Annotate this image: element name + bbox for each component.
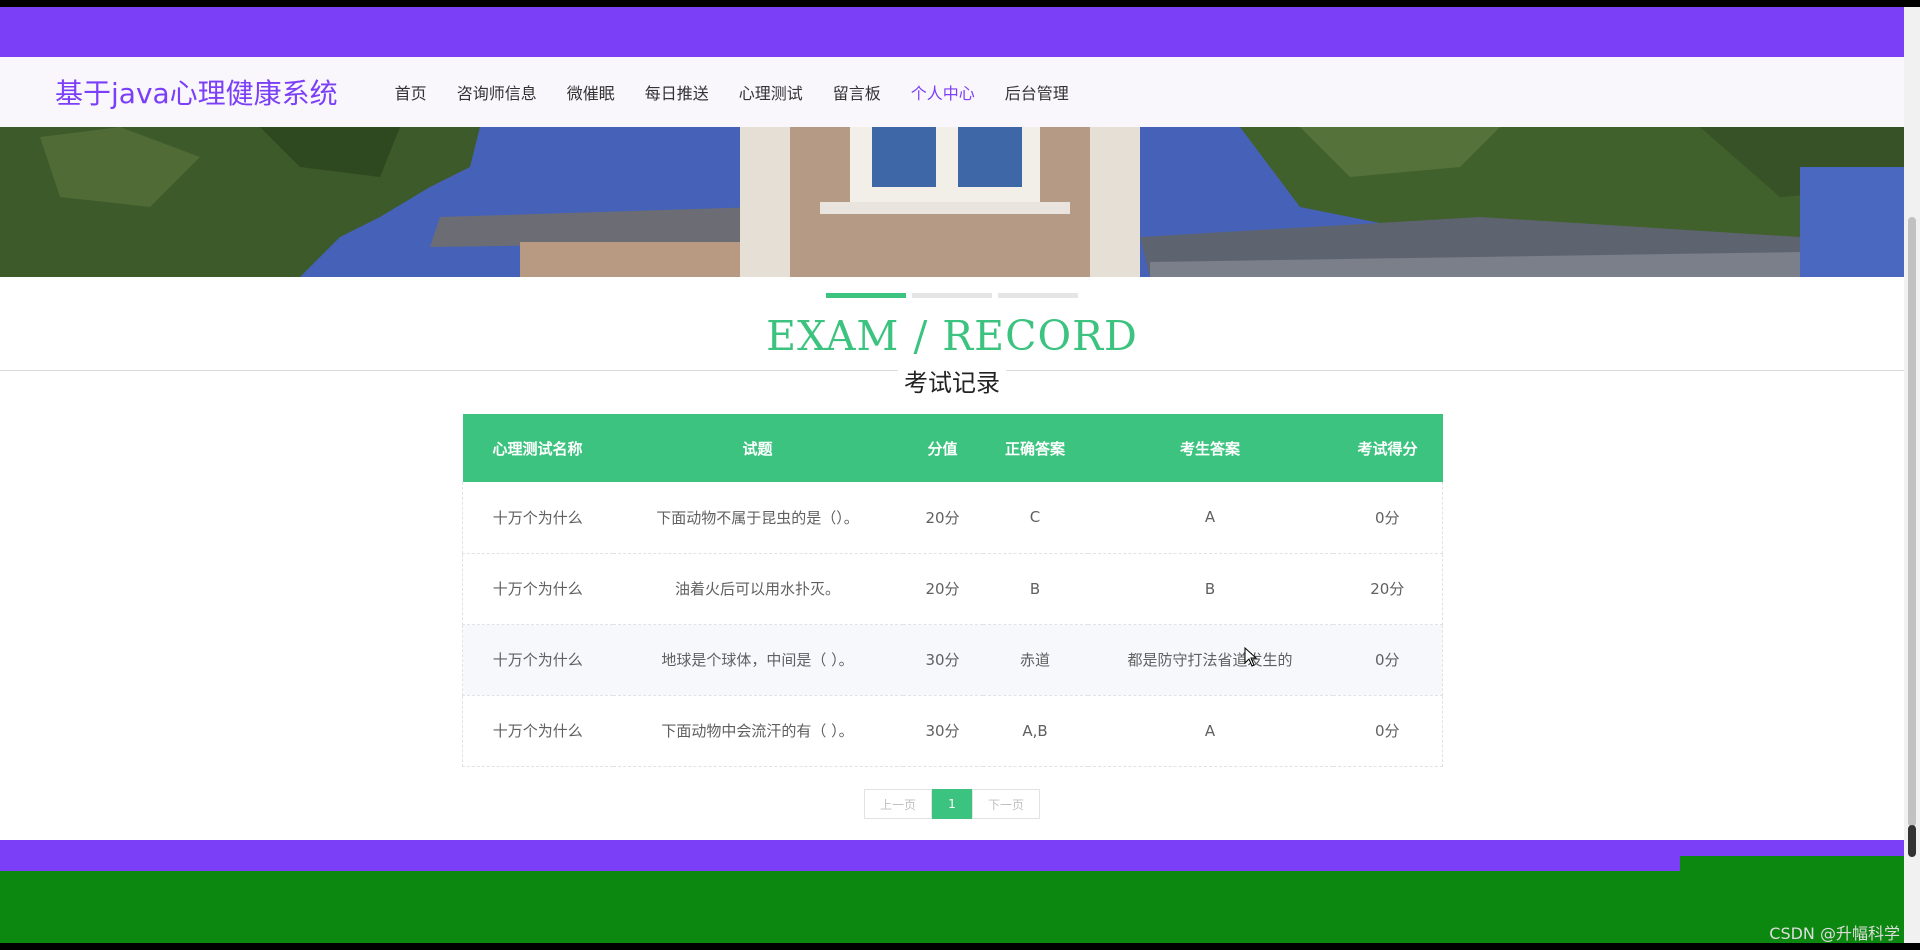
- watermark: CSDN @升幅科学: [1769, 924, 1900, 943]
- section-title-cn: 考试记录: [898, 363, 1006, 398]
- carousel-indicators: [0, 293, 1904, 298]
- navbar: 基于java心理健康系统 首页 咨询师信息 微催眠 每日推送 心理测试 留言板 …: [0, 57, 1904, 127]
- next-page-button[interactable]: 下一页: [972, 789, 1040, 819]
- col-exam-score: 考试得分: [1357, 439, 1418, 458]
- mouse-cursor-icon: [1244, 646, 1258, 671]
- nav-item-admin[interactable]: 后台管理: [990, 80, 1084, 104]
- nav-item-psych-test[interactable]: 心理测试: [724, 80, 818, 104]
- nav-menu: 首页 咨询师信息 微催眠 每日推送 心理测试 留言板 个人中心 后台管理: [380, 80, 1084, 104]
- cell-question: 下面动物不属于昆虫的是（）。: [612, 482, 903, 554]
- cell-score-value: 30分: [902, 624, 983, 696]
- nav-item-hypnosis[interactable]: 微催眠: [552, 80, 630, 104]
- scrollbar-thumb[interactable]: [1908, 217, 1916, 827]
- top-band: [0, 7, 1904, 57]
- cell-exam-score: 0分: [1332, 482, 1443, 554]
- cell-student-answer: B: [1087, 553, 1333, 625]
- cell-test-name: 十万个为什么: [462, 482, 613, 554]
- cell-test-name: 十万个为什么: [462, 624, 613, 696]
- site-title[interactable]: 基于java心理健康系统: [55, 72, 338, 112]
- exam-record-table: 心理测试名称 试题 分值 正确答案 考生答案 考试得分 十万个为什么 下面动物不…: [462, 414, 1443, 767]
- nav-item-home[interactable]: 首页: [380, 80, 442, 104]
- cell-score-value: 20分: [902, 553, 983, 625]
- table-row: 十万个为什么 地球是个球体，中间是（ ）。 30分 赤道 都是防守打法省道发生的…: [462, 624, 1443, 696]
- cell-student-answer: A: [1087, 695, 1333, 767]
- cell-student-answer: A: [1087, 482, 1333, 554]
- carousel-dot-3[interactable]: [998, 293, 1078, 298]
- cell-score-value: 30分: [902, 695, 983, 767]
- banner-house-illustration: [0, 127, 1904, 277]
- green-overlay-bar: [0, 871, 1904, 943]
- scrollbar-handle[interactable]: [1908, 825, 1916, 857]
- page-number-button[interactable]: 1: [932, 789, 972, 819]
- col-student-answer: 考生答案: [1179, 439, 1240, 458]
- cell-correct-answer: C: [982, 482, 1088, 554]
- green-overlay-notch: [1680, 856, 1904, 872]
- carousel-dot-1[interactable]: [826, 293, 906, 298]
- prev-page-button[interactable]: 上一页: [864, 789, 932, 819]
- cell-score-value: 20分: [902, 482, 983, 554]
- table-row: 十万个为什么 油着火后可以用水扑灭。 20分 B B 20分: [462, 553, 1443, 625]
- cell-question: 地球是个球体，中间是（ ）。: [612, 624, 903, 696]
- nav-item-personal-center[interactable]: 个人中心: [896, 80, 990, 104]
- cell-test-name: 十万个为什么: [462, 695, 613, 767]
- carousel-dot-2[interactable]: [912, 293, 992, 298]
- cell-test-name: 十万个为什么: [462, 553, 613, 625]
- cell-correct-answer: A,B: [982, 695, 1088, 767]
- table-row: 十万个为什么 下面动物中会流汗的有（ ）。 30分 A,B A 0分: [462, 695, 1443, 767]
- vertical-scrollbar[interactable]: [1904, 7, 1920, 943]
- section-title-en: EXAM / RECORD: [766, 312, 1138, 360]
- col-correct-answer: 正确答案: [1004, 439, 1065, 458]
- cell-exam-score: 20分: [1332, 553, 1443, 625]
- page: 基于java心理健康系统 首页 咨询师信息 微催眠 每日推送 心理测试 留言板 …: [0, 7, 1904, 943]
- cell-correct-answer: 赤道: [982, 624, 1088, 696]
- banner-image: [0, 127, 1904, 277]
- cell-question: 油着火后可以用水扑灭。: [612, 553, 903, 625]
- nav-item-message-board[interactable]: 留言板: [818, 80, 896, 104]
- nav-item-daily-push[interactable]: 每日推送: [630, 80, 724, 104]
- pagination: 上一页 1 下一页: [0, 789, 1904, 819]
- col-test-name: 心理测试名称: [492, 439, 583, 458]
- cell-student-answer: 都是防守打法省道发生的: [1087, 624, 1333, 696]
- col-score-value: 分值: [927, 439, 958, 458]
- table-header-row: 心理测试名称 试题 分值 正确答案 考生答案 考试得分: [462, 414, 1443, 482]
- nav-item-counselors[interactable]: 咨询师信息: [442, 80, 552, 104]
- cell-question: 下面动物中会流汗的有（ ）。: [612, 695, 903, 767]
- cell-exam-score: 0分: [1332, 695, 1443, 767]
- col-question: 试题: [742, 439, 773, 458]
- table-row: 十万个为什么 下面动物不属于昆虫的是（）。 20分 C A 0分: [462, 482, 1443, 554]
- cell-exam-score: 0分: [1332, 624, 1443, 696]
- cell-correct-answer: B: [982, 553, 1088, 625]
